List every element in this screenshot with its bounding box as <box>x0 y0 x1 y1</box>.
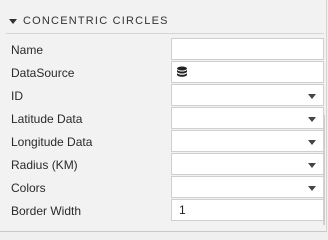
section-divider <box>6 33 324 34</box>
chevron-down-icon[interactable] <box>308 117 316 122</box>
colors-select[interactable] <box>171 176 324 198</box>
section-title: CONCENTRIC CIRCLES <box>23 15 169 27</box>
chevron-down-icon[interactable] <box>308 94 316 99</box>
property-row-longitude: Longitude Data <box>6 130 324 153</box>
radius-select[interactable] <box>171 153 324 175</box>
latitude-select[interactable] <box>171 107 324 129</box>
radius-label: Radius (KM) <box>11 157 78 172</box>
property-row-radius: Radius (KM) <box>6 153 324 176</box>
chevron-down-icon[interactable] <box>308 186 316 191</box>
property-row-colors: Colors <box>6 176 324 199</box>
border-width-label: Border Width <box>11 203 82 218</box>
chevron-down-icon[interactable] <box>308 163 316 168</box>
properties-panel: CONCENTRIC CIRCLES Name DataSource ID La… <box>0 0 327 232</box>
id-label: ID <box>11 88 23 103</box>
latitude-label: Latitude Data <box>11 111 83 126</box>
id-select[interactable] <box>171 84 324 106</box>
datasource-field[interactable] <box>171 61 324 83</box>
property-row-datasource: DataSource <box>6 61 324 84</box>
property-row-id: ID <box>6 84 324 107</box>
collapse-caret-icon[interactable] <box>9 18 17 24</box>
name-input[interactable] <box>171 38 324 60</box>
property-row-name: Name <box>6 38 324 61</box>
section-header[interactable]: CONCENTRIC CIRCLES <box>0 9 326 33</box>
chevron-down-icon[interactable] <box>308 140 316 145</box>
database-icon[interactable] <box>176 66 188 78</box>
property-rows: Name DataSource ID Latitude Data Longitu… <box>6 38 324 222</box>
datasource-label: DataSource <box>11 65 75 80</box>
longitude-select[interactable] <box>171 130 324 152</box>
property-row-latitude: Latitude Data <box>6 107 324 130</box>
name-label: Name <box>11 42 44 57</box>
border-width-input[interactable]: 1 <box>171 199 324 221</box>
longitude-label: Longitude Data <box>11 134 93 149</box>
border-width-value: 1 <box>179 203 186 217</box>
colors-label: Colors <box>11 180 46 195</box>
property-row-border-width: Border Width 1 <box>6 199 324 222</box>
